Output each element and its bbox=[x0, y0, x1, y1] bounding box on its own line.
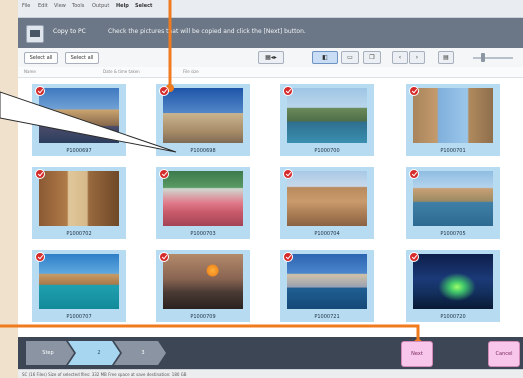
photo-thumbnail bbox=[287, 254, 367, 309]
check-icon[interactable] bbox=[159, 252, 169, 262]
menu-output[interactable]: Output bbox=[92, 3, 109, 9]
check-icon[interactable] bbox=[283, 169, 293, 179]
photo-tile[interactable]: P1000698 bbox=[156, 84, 250, 156]
photo-filename: P1000698 bbox=[190, 148, 216, 154]
menu-tools[interactable]: Tools bbox=[72, 3, 84, 9]
menu-help[interactable]: Help bbox=[116, 3, 129, 9]
photo-thumbnail bbox=[413, 254, 493, 309]
status-text: SC (16 Files) Size of selected files: 33… bbox=[22, 372, 187, 377]
photo-filename: P1000705 bbox=[440, 231, 466, 237]
toolbar: Select all Select all ▦◂▸ ◧ ▭ ❐ ‹ › ▤ bbox=[18, 48, 523, 68]
sort-name[interactable]: Name bbox=[24, 69, 36, 74]
photo-thumbnail bbox=[163, 88, 243, 143]
photo-thumbnail bbox=[413, 171, 493, 226]
zoom-icon[interactable]: ▤ bbox=[438, 51, 454, 64]
photo-tile[interactable]: P1000704 bbox=[280, 167, 374, 239]
view-list-icon[interactable]: ▦◂▸ bbox=[258, 51, 284, 64]
zoom-slider-track[interactable] bbox=[473, 57, 513, 59]
photo-filename: P1000701 bbox=[440, 148, 466, 154]
sort-size[interactable]: File size bbox=[183, 69, 199, 74]
instruction-text: Check the pictures that will be copied a… bbox=[108, 28, 306, 35]
step-bar: Step 2 3 bbox=[18, 337, 523, 369]
check-icon[interactable] bbox=[35, 252, 45, 262]
photo-thumbnail bbox=[163, 171, 243, 226]
check-icon[interactable] bbox=[283, 86, 293, 96]
check-icon[interactable] bbox=[409, 169, 419, 179]
photo-tile[interactable]: P1000721 bbox=[280, 250, 374, 322]
next-icon[interactable]: › bbox=[409, 51, 425, 64]
select-all-button[interactable]: Select all bbox=[24, 52, 58, 64]
zoom-slider-handle[interactable] bbox=[481, 53, 485, 62]
check-icon[interactable] bbox=[35, 86, 45, 96]
photo-tile[interactable]: P1000697 bbox=[32, 84, 126, 156]
photo-filename: P1000721 bbox=[314, 314, 340, 320]
menu-bar: File Edit View Tools Output Help Select bbox=[18, 0, 523, 18]
menu-file[interactable]: File bbox=[22, 3, 30, 9]
photo-thumbnail bbox=[39, 88, 119, 143]
photo-thumbnail bbox=[39, 171, 119, 226]
photo-thumbnail bbox=[413, 88, 493, 143]
frame-icon[interactable]: ▭ bbox=[341, 51, 359, 64]
photo-thumbnail bbox=[163, 254, 243, 309]
sort-bar: Name Date & time taken File size bbox=[18, 67, 523, 78]
check-icon[interactable] bbox=[283, 252, 293, 262]
check-icon[interactable] bbox=[159, 86, 169, 96]
sort-date[interactable]: Date & time taken bbox=[103, 69, 140, 74]
step-2-label: 2 bbox=[97, 350, 101, 356]
photo-thumbnail bbox=[287, 88, 367, 143]
step-3-label: 3 bbox=[141, 350, 145, 356]
check-icon[interactable] bbox=[409, 252, 419, 262]
photo-filename: P1000709 bbox=[190, 314, 216, 320]
menu-select[interactable]: Select bbox=[135, 3, 152, 9]
photo-filename: P1000720 bbox=[440, 314, 466, 320]
status-bar: SC (16 Files) Size of selected files: 33… bbox=[18, 369, 523, 378]
copy-to-pc-icon bbox=[26, 25, 44, 43]
photo-filename: P1000697 bbox=[66, 148, 92, 154]
photo-tile[interactable]: P1000703 bbox=[156, 167, 250, 239]
next-button[interactable]: Next bbox=[401, 341, 433, 367]
check-icon[interactable] bbox=[35, 169, 45, 179]
photo-filename: P1000702 bbox=[66, 231, 92, 237]
check-icon[interactable] bbox=[159, 169, 169, 179]
photo-filename: P1000703 bbox=[190, 231, 216, 237]
photo-tile[interactable]: P1000720 bbox=[406, 250, 500, 322]
app-window: File Edit View Tools Output Help Select … bbox=[18, 0, 523, 378]
photo-tile[interactable]: P1000707 bbox=[32, 250, 126, 322]
photo-tile[interactable]: P1000701 bbox=[406, 84, 500, 156]
prev-icon[interactable]: ‹ bbox=[392, 51, 408, 64]
deselect-all-button[interactable]: Select all bbox=[65, 52, 99, 64]
thumbnail-grid: P1000697 P1000698 P1000700 P1000701 P100… bbox=[18, 78, 523, 336]
photo-filename: P1000707 bbox=[66, 314, 92, 320]
view-thumbnail-icon[interactable]: ◧ bbox=[312, 51, 338, 64]
photo-filename: P1000704 bbox=[314, 231, 340, 237]
cancel-button[interactable]: Cancel bbox=[488, 341, 520, 367]
menu-view[interactable]: View bbox=[54, 3, 66, 9]
menu-edit[interactable]: Edit bbox=[38, 3, 48, 9]
photo-filename: P1000700 bbox=[314, 148, 340, 154]
photo-tile[interactable]: P1000705 bbox=[406, 167, 500, 239]
check-icon[interactable] bbox=[409, 86, 419, 96]
page-title: Copy to PC bbox=[53, 28, 86, 35]
photo-thumbnail bbox=[287, 171, 367, 226]
photo-thumbnail bbox=[39, 254, 119, 309]
photo-tile[interactable]: P1000709 bbox=[156, 250, 250, 322]
photo-tile[interactable]: P1000702 bbox=[32, 167, 126, 239]
step-1-label: Step bbox=[42, 350, 54, 356]
header-bar: Copy to PC Check the pictures that will … bbox=[18, 18, 523, 48]
photo-tile[interactable]: P1000700 bbox=[280, 84, 374, 156]
copy-icon[interactable]: ❐ bbox=[363, 51, 381, 64]
